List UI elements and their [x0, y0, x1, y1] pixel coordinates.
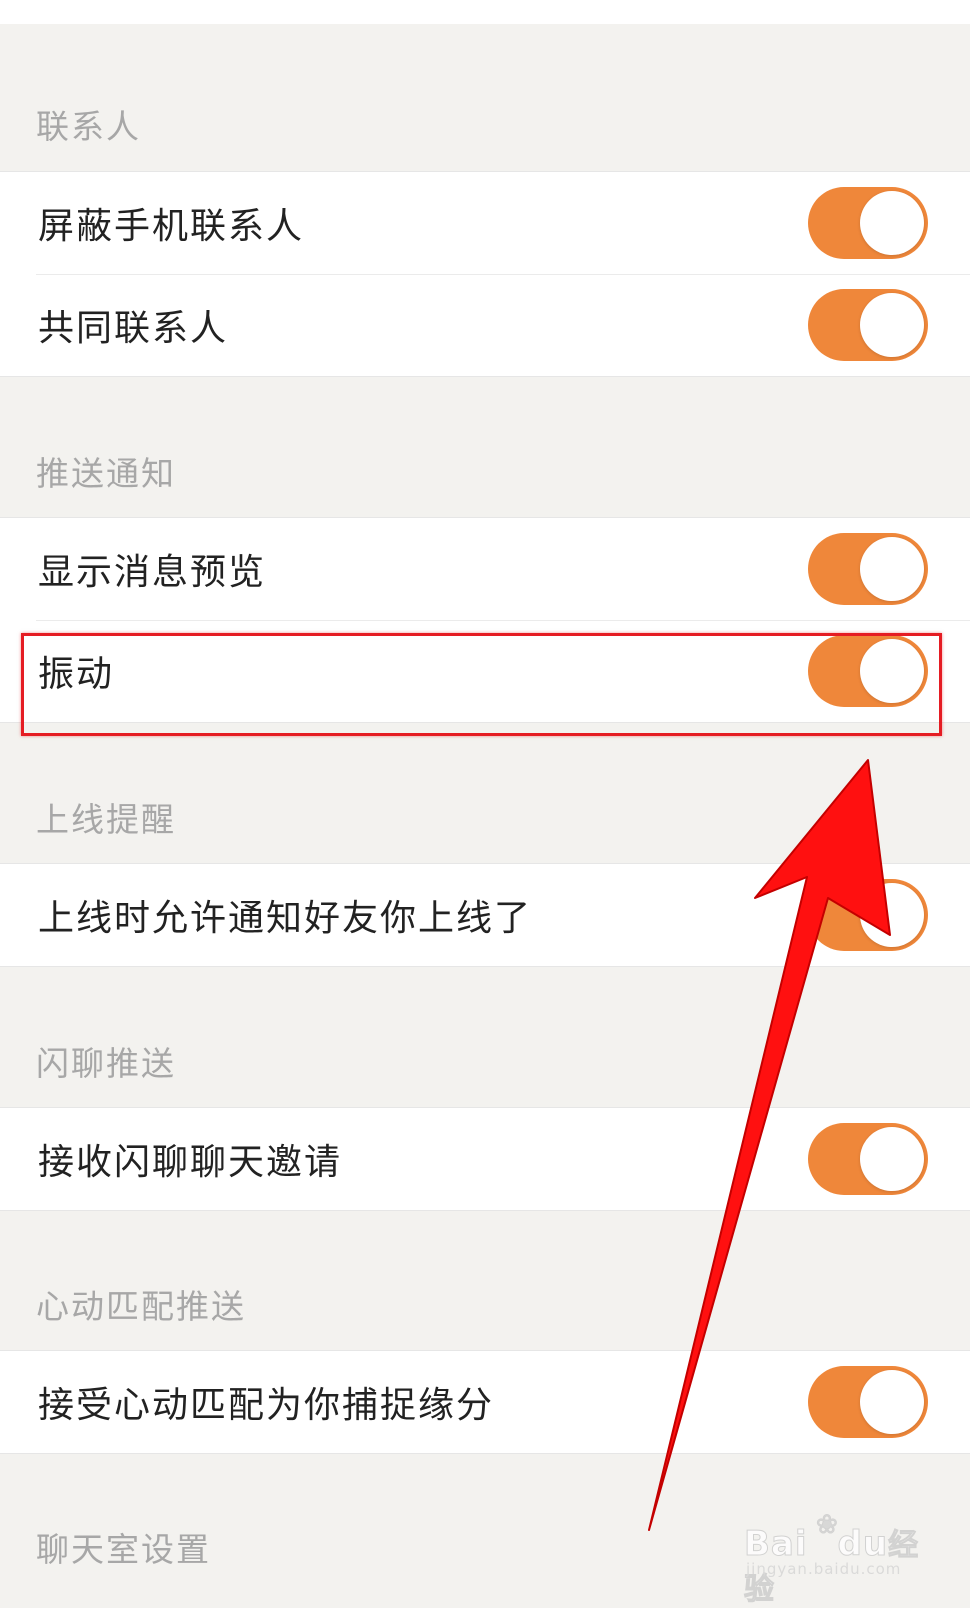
group-heart-match-push: 接受心动匹配为你捕捉缘分: [0, 1350, 970, 1454]
baidu-watermark: Bai ❀ du经验 jingyan.baidu.com: [743, 1510, 944, 1608]
toggle-knob: [860, 537, 924, 601]
toggle-knob: [860, 883, 924, 947]
section-title-contacts: 联系人: [36, 107, 141, 146]
setting-label: 共同联系人: [38, 308, 229, 349]
setting-row-message-preview[interactable]: 显示消息预览: [0, 518, 970, 620]
setting-row-flash-chat-invite[interactable]: 接收闪聊聊天邀请: [0, 1108, 970, 1210]
section-title-chatroom-settings: 聊天室设置: [36, 1530, 211, 1569]
toggle-knob: [860, 191, 924, 255]
heart-match-toggle[interactable]: [808, 1366, 928, 1438]
vibration-toggle[interactable]: [808, 635, 928, 707]
toggle-knob: [860, 1370, 924, 1434]
top-bar: [0, 0, 970, 24]
setting-label: 接受心动匹配为你捕捉缘分: [38, 1385, 495, 1426]
setting-label: 显示消息预览: [38, 552, 267, 593]
setting-row-mutual-contacts[interactable]: 共同联系人: [0, 274, 970, 376]
toggle-knob: [860, 639, 924, 703]
group-contacts: 屏蔽手机联系人 共同联系人: [0, 171, 970, 377]
setting-label: 振动: [38, 654, 115, 695]
block-phone-contacts-toggle[interactable]: [808, 187, 928, 259]
mutual-contacts-toggle[interactable]: [808, 289, 928, 361]
section-title-online-reminder: 上线提醒: [36, 800, 176, 839]
setting-label: 接收闪聊聊天邀请: [38, 1142, 343, 1183]
setting-label: 上线时允许通知好友你上线了: [38, 898, 533, 939]
setting-row-vibration[interactable]: 振动: [0, 620, 970, 722]
section-title-flash-chat-push: 闪聊推送: [36, 1044, 176, 1083]
setting-row-notify-friends-online[interactable]: 上线时允许通知好友你上线了: [0, 864, 970, 966]
toggle-knob: [860, 1127, 924, 1191]
group-online-reminder: 上线时允许通知好友你上线了: [0, 863, 970, 967]
setting-row-heart-match[interactable]: 接受心动匹配为你捕捉缘分: [0, 1351, 970, 1453]
section-title-heart-match-push: 心动匹配推送: [36, 1287, 246, 1326]
paw-icon: ❀: [816, 1510, 839, 1541]
section-title-push-notifications: 推送通知: [36, 454, 176, 493]
toggle-knob: [860, 293, 924, 357]
watermark-url: jingyan.baidu.com: [746, 1560, 902, 1578]
flash-chat-invite-toggle[interactable]: [808, 1123, 928, 1195]
group-flash-chat-push: 接收闪聊聊天邀请: [0, 1107, 970, 1211]
setting-row-block-phone-contacts[interactable]: 屏蔽手机联系人: [0, 172, 970, 274]
setting-label: 屏蔽手机联系人: [38, 206, 305, 247]
group-push-notifications: 显示消息预览 振动: [0, 517, 970, 723]
message-preview-toggle[interactable]: [808, 533, 928, 605]
notify-friends-online-toggle[interactable]: [808, 879, 928, 951]
settings-page: 联系人 屏蔽手机联系人 共同联系人 推送通知 显示消息预览 振动 上线提醒 上线…: [0, 0, 970, 1608]
